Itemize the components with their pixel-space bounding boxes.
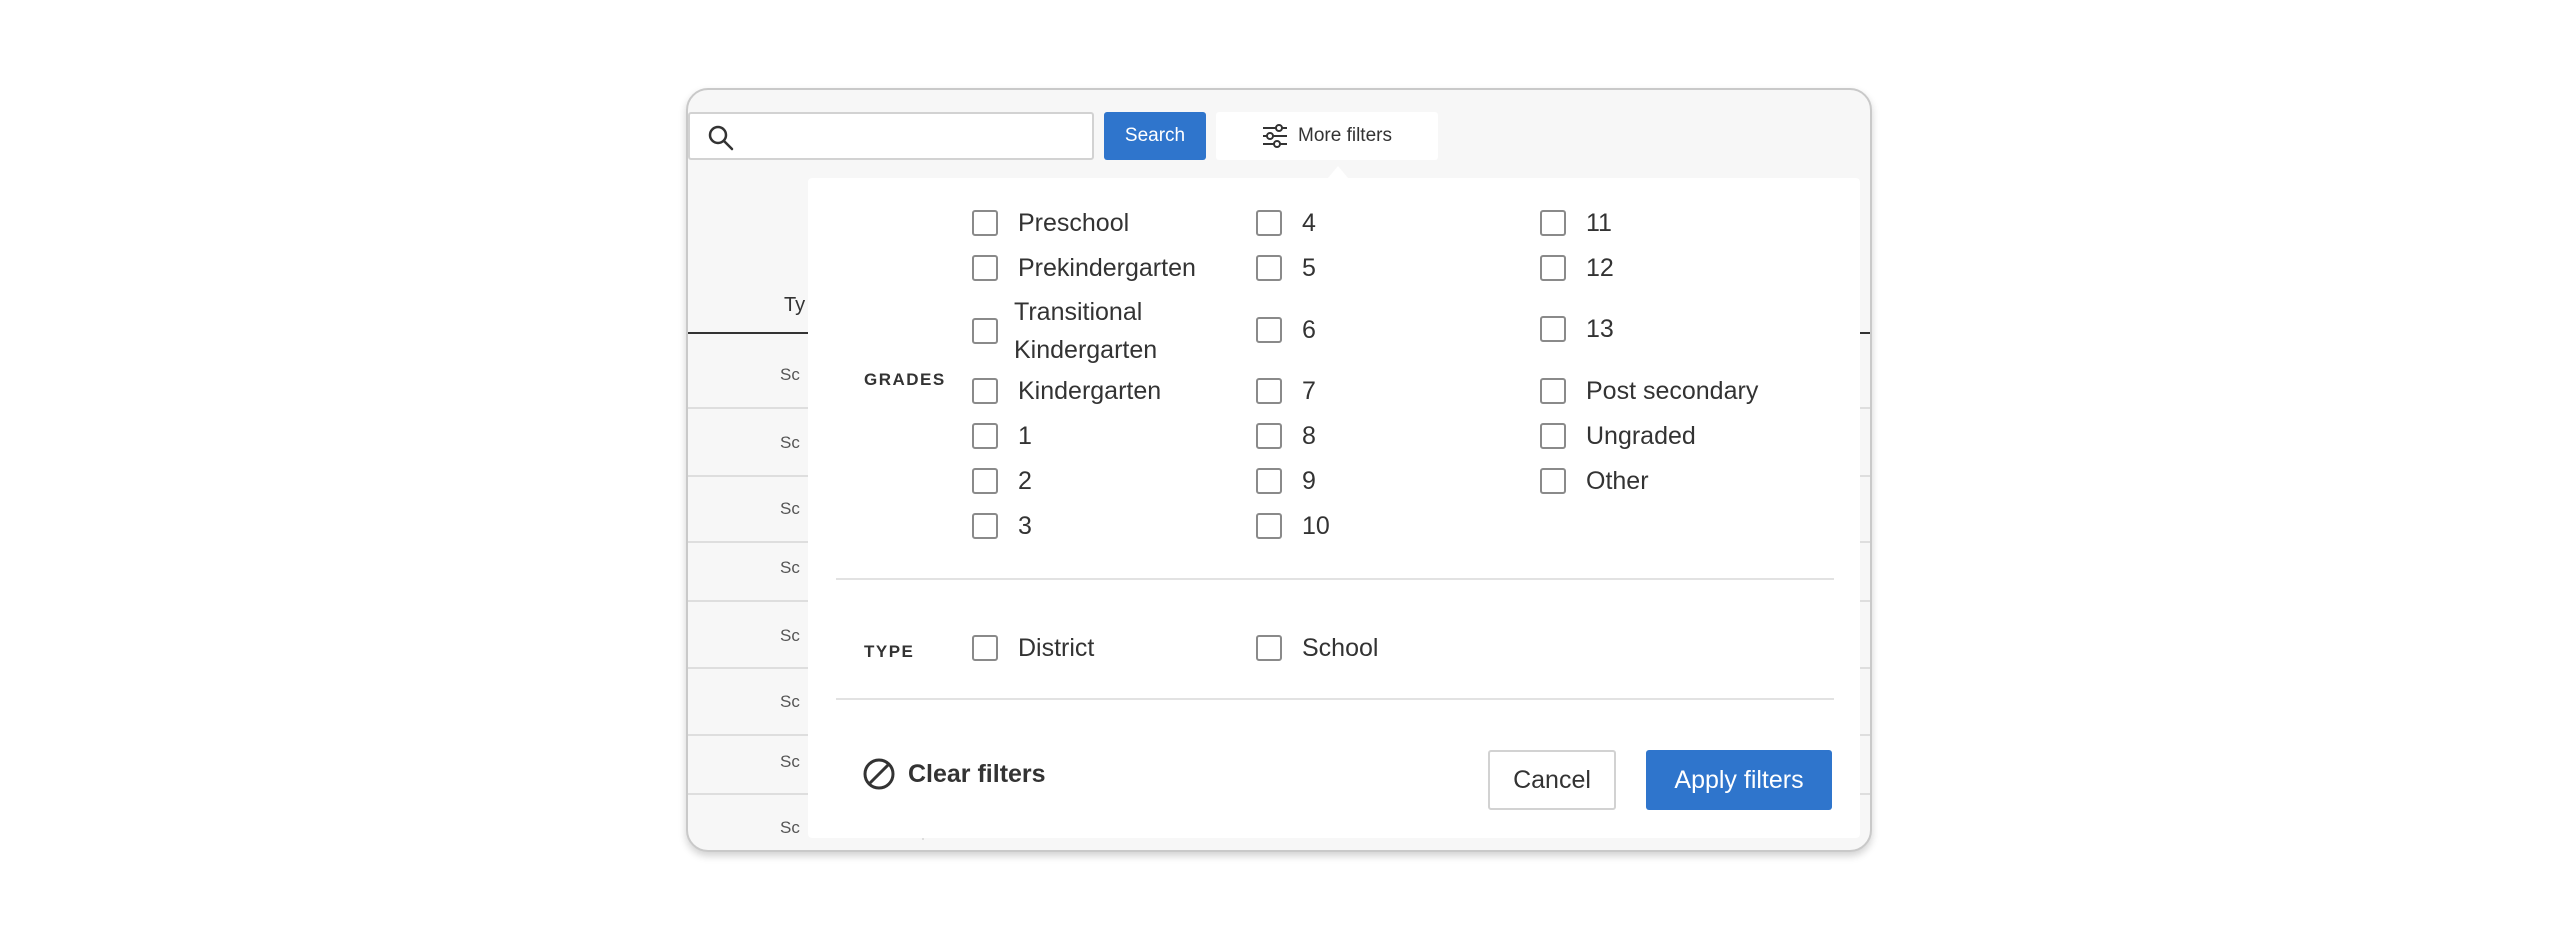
table-cell: Sc — [780, 558, 800, 577]
checkbox[interactable] — [1256, 423, 1282, 449]
checkbox[interactable] — [972, 423, 998, 449]
grade-option-6[interactable]: 6 — [1256, 315, 1316, 345]
checkbox[interactable] — [972, 513, 998, 539]
grade-option-3[interactable]: 3 — [972, 511, 1032, 541]
cancel-button[interactable]: Cancel — [1488, 750, 1616, 810]
checkbox[interactable] — [1540, 210, 1566, 236]
grade-option-kindergarten[interactable]: Kindergarten — [972, 376, 1161, 406]
table-cell: Sc — [780, 433, 800, 452]
grade-option-transitional-kindergarten[interactable]: Transitional Kindergarten — [972, 293, 1192, 369]
checkbox[interactable] — [972, 635, 998, 661]
clear-filters-label: Clear filters — [908, 759, 1046, 788]
checkbox[interactable] — [972, 318, 998, 344]
grade-option-prekindergarten[interactable]: Prekindergarten — [972, 253, 1196, 283]
checkbox[interactable] — [972, 378, 998, 404]
grade-option-post-secondary[interactable]: Post secondary — [1540, 376, 1758, 406]
grade-option-2[interactable]: 2 — [972, 466, 1032, 496]
checkbox[interactable] — [1256, 210, 1282, 236]
checkbox[interactable] — [972, 468, 998, 494]
checkbox[interactable] — [1256, 468, 1282, 494]
grade-option-5[interactable]: 5 — [1256, 253, 1316, 283]
grade-option-13[interactable]: 13 — [1540, 314, 1614, 344]
search-icon — [708, 125, 734, 151]
grade-option-10[interactable]: 10 — [1256, 511, 1330, 541]
checkbox[interactable] — [1256, 255, 1282, 281]
more-filters-label: More filters — [1298, 125, 1392, 146]
section-divider — [836, 578, 1834, 580]
clear-icon — [863, 758, 895, 790]
grades-label: GRADES — [864, 370, 946, 389]
grade-option-preschool[interactable]: Preschool — [972, 208, 1129, 238]
grade-option-8[interactable]: 8 — [1256, 421, 1316, 451]
table-cell: Sc — [780, 626, 800, 645]
grade-option-11[interactable]: 11 — [1540, 208, 1612, 238]
checkbox[interactable] — [972, 210, 998, 236]
type-option-school[interactable]: School — [1256, 633, 1378, 663]
type-option-district[interactable]: District — [972, 633, 1094, 663]
checkbox[interactable] — [972, 255, 998, 281]
more-filters-button[interactable]: More filters — [1216, 112, 1438, 160]
checkbox[interactable] — [1540, 468, 1566, 494]
table-cell: Sc — [780, 818, 800, 837]
type-label: TYPE — [864, 642, 915, 661]
grade-option-9[interactable]: 9 — [1256, 466, 1316, 496]
grade-option-4[interactable]: 4 — [1256, 208, 1316, 238]
grade-option-ungraded[interactable]: Ungraded — [1540, 421, 1696, 451]
table-cell: Sc — [780, 752, 800, 771]
app-window: Search More filters Ty Sc Sc Sc Sc Sc Sc… — [686, 88, 1872, 852]
table-cell: Sc — [780, 692, 800, 711]
grade-option-other[interactable]: Other — [1540, 466, 1649, 496]
sliders-icon — [1263, 124, 1288, 148]
checkbox[interactable] — [1540, 255, 1566, 281]
search-input[interactable] — [688, 112, 1094, 160]
checkbox[interactable] — [1540, 378, 1566, 404]
apply-filters-button[interactable]: Apply filters — [1646, 750, 1832, 810]
grade-option-1[interactable]: 1 — [972, 421, 1032, 451]
section-divider — [836, 698, 1834, 700]
filters-popover: GRADES Preschool Prekindergarten Transit… — [808, 178, 1860, 838]
search-button[interactable]: Search — [1104, 112, 1206, 160]
checkbox[interactable] — [1256, 378, 1282, 404]
table-header-type[interactable]: Ty — [784, 294, 805, 317]
popover-caret — [1328, 166, 1348, 178]
checkbox[interactable] — [1256, 635, 1282, 661]
checkbox[interactable] — [1540, 316, 1566, 342]
table-cell: Sc — [780, 365, 800, 384]
grade-option-12[interactable]: 12 — [1540, 253, 1614, 283]
checkbox[interactable] — [1540, 423, 1566, 449]
table-cell: Sc — [780, 499, 800, 518]
grade-option-7[interactable]: 7 — [1256, 376, 1316, 406]
checkbox[interactable] — [1256, 317, 1282, 343]
checkbox[interactable] — [1256, 513, 1282, 539]
clear-filters-button[interactable]: Clear filters — [862, 754, 1046, 794]
